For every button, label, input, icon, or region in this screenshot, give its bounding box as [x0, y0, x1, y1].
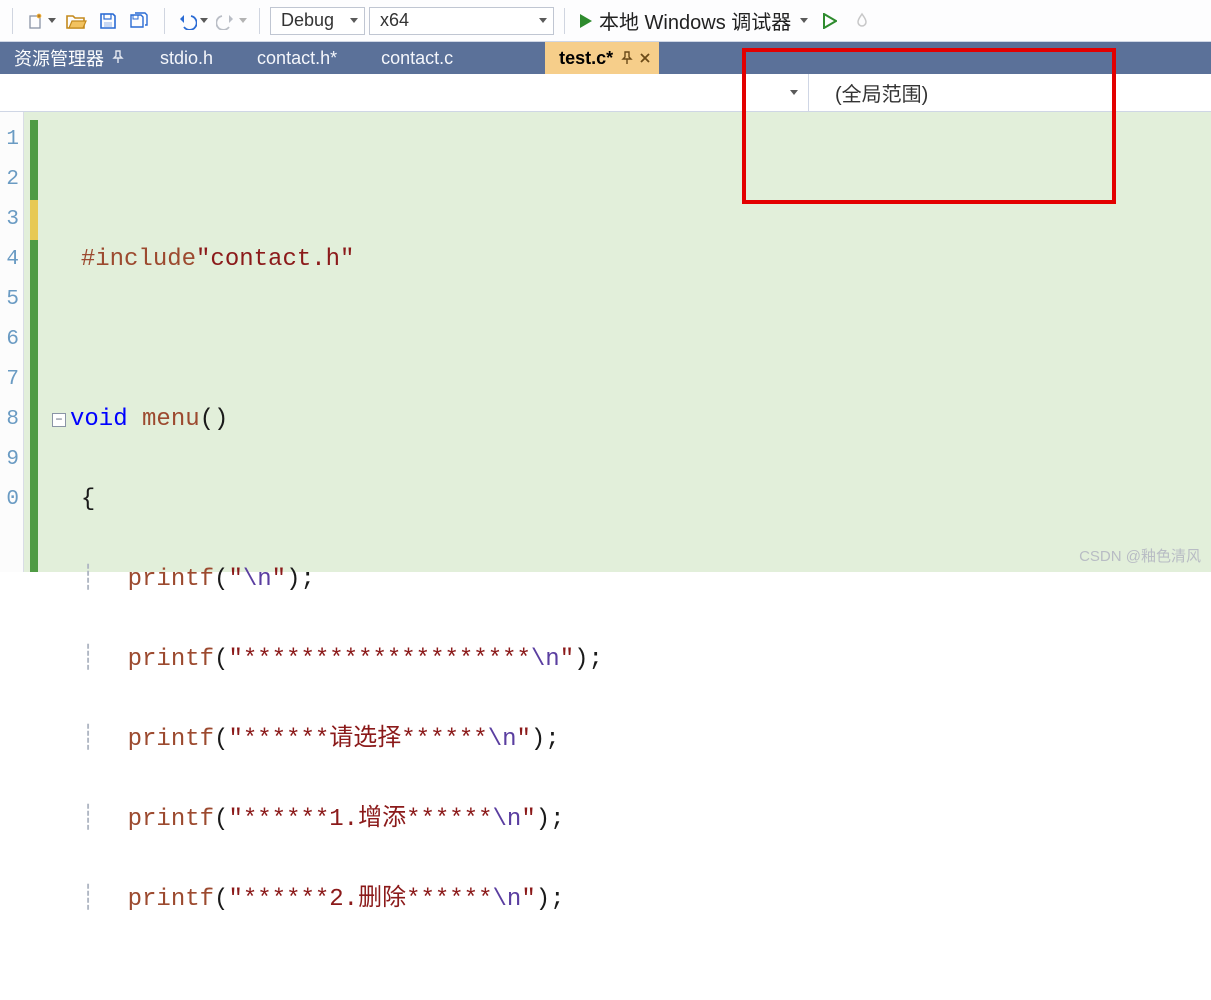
- navigation-scope-bar: (全局范围): [0, 74, 1211, 112]
- code-line: [52, 320, 1211, 360]
- scope-project-dropdown[interactable]: [0, 74, 809, 111]
- code-editor[interactable]: 1 2 3 4 5 6 7 8 9 0 #include"contact.h" …: [0, 112, 1211, 572]
- line-number: 8: [0, 400, 23, 440]
- tab-contact-c[interactable]: contact.c: [359, 42, 475, 74]
- line-number: 1: [0, 120, 23, 160]
- toolbar-separator: [259, 8, 260, 34]
- platform-select-value: x64: [380, 10, 409, 31]
- line-number: 5: [0, 280, 23, 320]
- line-number: 0: [0, 480, 23, 520]
- close-tab-icon[interactable]: [639, 52, 651, 64]
- save-all-button[interactable]: [126, 7, 154, 35]
- line-number: 3: [0, 200, 23, 240]
- undo-button[interactable]: [175, 7, 210, 35]
- toolbar-separator: [564, 8, 565, 34]
- code-line: [52, 160, 1211, 200]
- tab-label: stdio.h: [160, 48, 213, 69]
- line-number: 7: [0, 360, 23, 400]
- tab-label: contact.h*: [257, 48, 337, 69]
- config-select[interactable]: Debug: [270, 7, 365, 35]
- scope-global-dropdown[interactable]: (全局范围): [809, 74, 1211, 111]
- code-line: ┊ printf("******2.删除******\n");: [52, 880, 1211, 920]
- line-number-gutter: 1 2 3 4 5 6 7 8 9 0: [0, 112, 24, 572]
- fold-toggle-icon[interactable]: −: [52, 413, 66, 427]
- code-line: {: [52, 480, 1211, 520]
- open-file-button[interactable]: [62, 7, 90, 35]
- line-number: 2: [0, 160, 23, 200]
- code-line: −void menu(): [52, 400, 1211, 440]
- code-line: ┊ printf("******1.增添******\n");: [52, 800, 1211, 840]
- platform-select[interactable]: x64: [369, 7, 554, 35]
- toolbar-separator: [164, 8, 165, 34]
- watermark-text: CSDN @釉色清风: [1079, 545, 1201, 566]
- document-tab-bar: 资源管理器 stdio.h contact.h* contact.c test.…: [0, 42, 1211, 74]
- debugger-label: 本地 Windows 调试器: [599, 6, 791, 35]
- redo-button[interactable]: [214, 7, 249, 35]
- panel-title-text: 资源管理器: [14, 45, 104, 71]
- save-button[interactable]: [94, 7, 122, 35]
- solution-explorer-panel-title[interactable]: 资源管理器: [0, 42, 138, 74]
- code-line: ┊ printf("********************\n");: [52, 640, 1211, 680]
- main-toolbar: Debug x64 本地 Windows 调试器: [0, 0, 1211, 42]
- line-number: 9: [0, 440, 23, 480]
- code-line: ┊ printf("******请选择******\n");: [52, 720, 1211, 760]
- tab-stdio-h[interactable]: stdio.h: [138, 42, 235, 74]
- line-number: 6: [0, 320, 23, 360]
- chevron-down-icon: [790, 90, 798, 95]
- code-line: ┊ printf("\n");: [52, 560, 1211, 600]
- code-line: #include"contact.h": [52, 240, 1211, 280]
- tab-test-c-active[interactable]: test.c*: [545, 42, 659, 74]
- line-number: 4: [0, 240, 23, 280]
- code-content[interactable]: #include"contact.h" −void menu() { ┊ pri…: [48, 112, 1211, 572]
- tab-label: contact.c: [381, 48, 453, 69]
- new-item-button[interactable]: [23, 7, 58, 35]
- pin-tab-icon[interactable]: [621, 51, 633, 65]
- tab-label: test.c*: [559, 48, 613, 69]
- pin-icon[interactable]: [112, 50, 124, 67]
- tab-contact-h[interactable]: contact.h*: [235, 42, 359, 74]
- config-select-value: Debug: [281, 10, 334, 31]
- hot-reload-button[interactable]: [848, 7, 876, 35]
- toolbar-separator: [12, 8, 13, 34]
- change-margin: [24, 112, 48, 572]
- start-without-debugging-button[interactable]: [816, 7, 844, 35]
- start-debugging-button[interactable]: 本地 Windows 调试器: [575, 7, 812, 35]
- scope-label: (全局范围): [835, 78, 928, 107]
